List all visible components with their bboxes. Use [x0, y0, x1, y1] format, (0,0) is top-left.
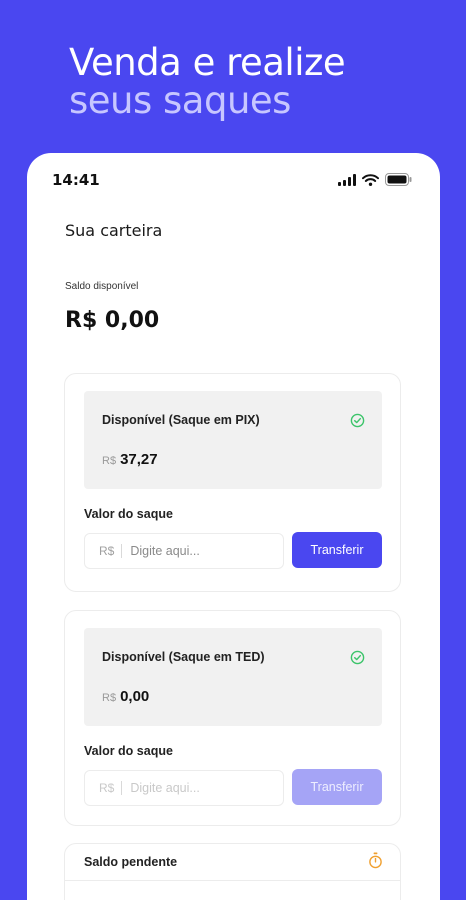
wallet-title: Sua carteira — [65, 221, 163, 240]
input-currency-prefix: R$ — [85, 781, 123, 795]
check-circle-icon — [350, 413, 365, 428]
available-box: Disponível (Saque em TED) R$ 0,00 — [84, 628, 382, 726]
battery-icon — [385, 173, 412, 186]
balance-value: R$ 0,00 — [65, 308, 160, 333]
timer-icon — [369, 852, 382, 869]
available-title: Disponível (Saque em PIX) — [102, 413, 260, 427]
withdraw-label: Valor do saque — [84, 744, 173, 758]
pix-withdraw-card: Disponível (Saque em PIX) R$ 37,27 Valor… — [64, 373, 401, 592]
amount-value: 0,00 — [120, 688, 150, 705]
input-currency-prefix: R$ — [85, 544, 123, 558]
ted-withdraw-card: Disponível (Saque em TED) R$ 0,00 Valor … — [64, 610, 401, 826]
amount-value: 37,27 — [120, 451, 158, 468]
withdraw-amount-input[interactable] — [122, 781, 273, 795]
available-amount: R$ 0,00 — [102, 688, 149, 705]
withdraw-amount-input[interactable] — [122, 544, 273, 558]
signal-icon — [338, 173, 356, 186]
transfer-button[interactable]: Transferir — [292, 532, 382, 568]
headline-line-1: Venda e realize — [69, 41, 346, 84]
promo-headline: Venda e realize seus saques — [69, 41, 346, 122]
phone-screen: 14:41 Sua carteira Saldo disponível R$ 0… — [27, 153, 440, 900]
status-bar: 14:41 — [27, 153, 440, 209]
divider — [65, 880, 400, 881]
pending-title: Saldo pendente — [84, 855, 178, 869]
pending-balance-card: Saldo pendente — [64, 843, 401, 900]
currency-symbol: R$ — [102, 692, 117, 704]
status-time: 14:41 — [52, 171, 100, 189]
withdraw-amount-field[interactable]: R$ — [84, 533, 284, 569]
status-icons — [338, 173, 412, 186]
balance-label: Saldo disponível — [65, 281, 139, 292]
withdraw-label: Valor do saque — [84, 507, 173, 521]
withdraw-amount-field[interactable]: R$ — [84, 770, 284, 806]
currency-symbol: R$ — [102, 455, 117, 467]
check-circle-icon — [350, 650, 365, 665]
headline-line-2: seus saques — [69, 79, 291, 122]
transfer-button[interactable]: Transferir — [292, 769, 382, 805]
available-title: Disponível (Saque em TED) — [102, 650, 265, 664]
available-box: Disponível (Saque em PIX) R$ 37,27 — [84, 391, 382, 489]
available-amount: R$ 37,27 — [102, 451, 158, 468]
wifi-icon — [362, 173, 379, 186]
